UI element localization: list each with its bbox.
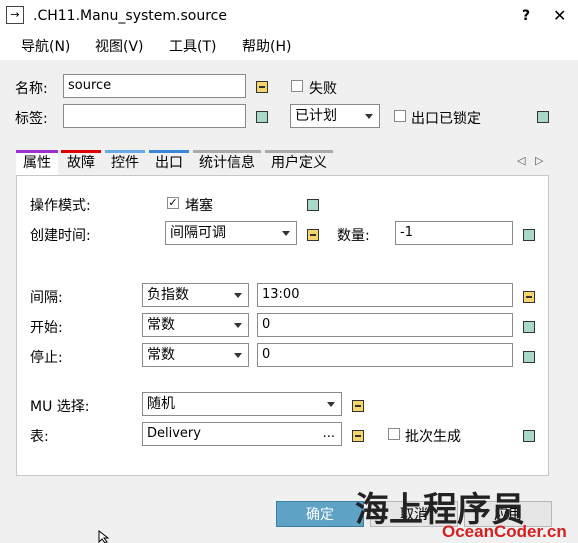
stop-label: 停止: [30, 350, 63, 366]
menu-view[interactable]: 视图(V) [95, 36, 144, 56]
chevron-down-icon [234, 353, 242, 358]
table-value: Delivery [147, 426, 201, 441]
table-input[interactable]: Delivery... [142, 422, 342, 446]
tab-attributes[interactable]: 属性 [16, 150, 58, 176]
help-button[interactable]: ? [522, 8, 530, 24]
mouse-cursor-icon [98, 530, 110, 543]
batch-checkbox[interactable] [388, 428, 400, 440]
menu-help[interactable]: 帮助(H) [242, 36, 291, 56]
name-inherit-button[interactable] [256, 81, 268, 93]
tab-color-bar [193, 150, 261, 153]
stop-inherit-button[interactable] [523, 351, 535, 363]
table-inherit-button[interactable] [352, 430, 364, 442]
tab-controls[interactable]: 控件 [105, 150, 145, 176]
name-input[interactable]: source [63, 74, 246, 98]
tab-user-defined[interactable]: 用户定义 [265, 150, 333, 176]
chevron-down-icon [282, 231, 290, 236]
quantity-input[interactable]: -1 [395, 221, 513, 245]
plan-select[interactable]: 已计划 [290, 104, 380, 128]
tag-inherit-button[interactable] [256, 111, 268, 123]
start-inherit-button[interactable] [523, 321, 535, 333]
tab-scroll-right-icon[interactable]: ▷ [535, 154, 543, 167]
create-time-label: 创建时间: [30, 228, 91, 244]
chevron-down-icon [234, 323, 242, 328]
batch-inherit-button[interactable] [523, 430, 535, 442]
menu-navigate[interactable]: 导航(N) [21, 36, 70, 56]
chevron-down-icon [234, 293, 242, 298]
menu-tools[interactable]: 工具(T) [169, 36, 216, 56]
window-title: .CH11.Manu_system.source [33, 8, 227, 24]
tab-statistics[interactable]: 统计信息 [193, 150, 261, 176]
title-bar: → .CH11.Manu_system.source ? ✕ [0, 0, 578, 34]
tag-label: 标签: [15, 111, 48, 127]
stop-input[interactable]: 0 [257, 343, 513, 367]
start-input[interactable]: 0 [257, 313, 513, 337]
watermark-url: OceanCoder.cn [442, 522, 567, 541]
interval-label: 间隔: [30, 290, 63, 306]
interval-inherit-button[interactable] [523, 291, 535, 303]
quantity-inherit-button[interactable] [523, 229, 535, 241]
batch-label: 批次生成 [405, 429, 461, 445]
mu-label: MU 选择: [30, 399, 90, 415]
interval-dist-value: 负指数 [147, 287, 189, 303]
create-time-select-value: 间隔可调 [170, 225, 226, 241]
exit-locked-checkbox[interactable] [394, 110, 406, 122]
op-mode-label: 操作模式: [30, 198, 91, 214]
failed-label: 失败 [309, 81, 337, 97]
app-icon: → [6, 6, 24, 24]
exit-locked-inherit-button[interactable] [537, 111, 549, 123]
mu-inherit-button[interactable] [352, 400, 364, 412]
create-time-select[interactable]: 间隔可调 [165, 221, 297, 245]
tab-color-bar [16, 150, 58, 153]
tab-color-bar [265, 150, 333, 153]
tag-input[interactable] [63, 104, 246, 128]
interval-dist-select[interactable]: 负指数 [142, 283, 249, 307]
interval-input[interactable]: 13:00 [257, 283, 513, 307]
tab-color-bar [61, 150, 101, 153]
blocking-checkbox[interactable]: ✓ [167, 197, 179, 209]
name-label: 名称: [15, 81, 48, 97]
chevron-down-icon [327, 402, 335, 407]
tab-exit[interactable]: 出口 [149, 150, 189, 176]
quantity-label: 数量: [337, 228, 370, 244]
stop-dist-select[interactable]: 常数 [142, 343, 249, 367]
start-dist-value: 常数 [147, 317, 175, 333]
tab-failures[interactable]: 故障 [61, 150, 101, 176]
mu-select[interactable]: 随机 [142, 392, 342, 416]
blocking-inherit-button[interactable] [307, 199, 319, 211]
tab-color-bar [105, 150, 145, 153]
table-label: 表: [30, 429, 49, 445]
tab-color-bar [149, 150, 189, 153]
create-time-inherit-button[interactable] [307, 229, 319, 241]
ok-button[interactable]: 确定 [276, 501, 364, 527]
failed-checkbox[interactable] [291, 80, 303, 92]
close-button[interactable]: ✕ [553, 6, 566, 25]
plan-select-value: 已计划 [295, 108, 337, 124]
chevron-down-icon [365, 114, 373, 119]
stop-dist-value: 常数 [147, 347, 175, 363]
blocking-label: 堵塞 [185, 198, 213, 214]
start-label: 开始: [30, 320, 63, 336]
mu-select-value: 随机 [147, 396, 175, 412]
start-dist-select[interactable]: 常数 [142, 313, 249, 337]
menu-bar: 导航(N) 视图(V) 工具(T) 帮助(H) [0, 34, 578, 60]
table-browse-button[interactable]: ... [323, 423, 335, 445]
exit-locked-label: 出口已锁定 [411, 111, 481, 127]
tab-scroll-left-icon[interactable]: ◁ [517, 154, 525, 167]
